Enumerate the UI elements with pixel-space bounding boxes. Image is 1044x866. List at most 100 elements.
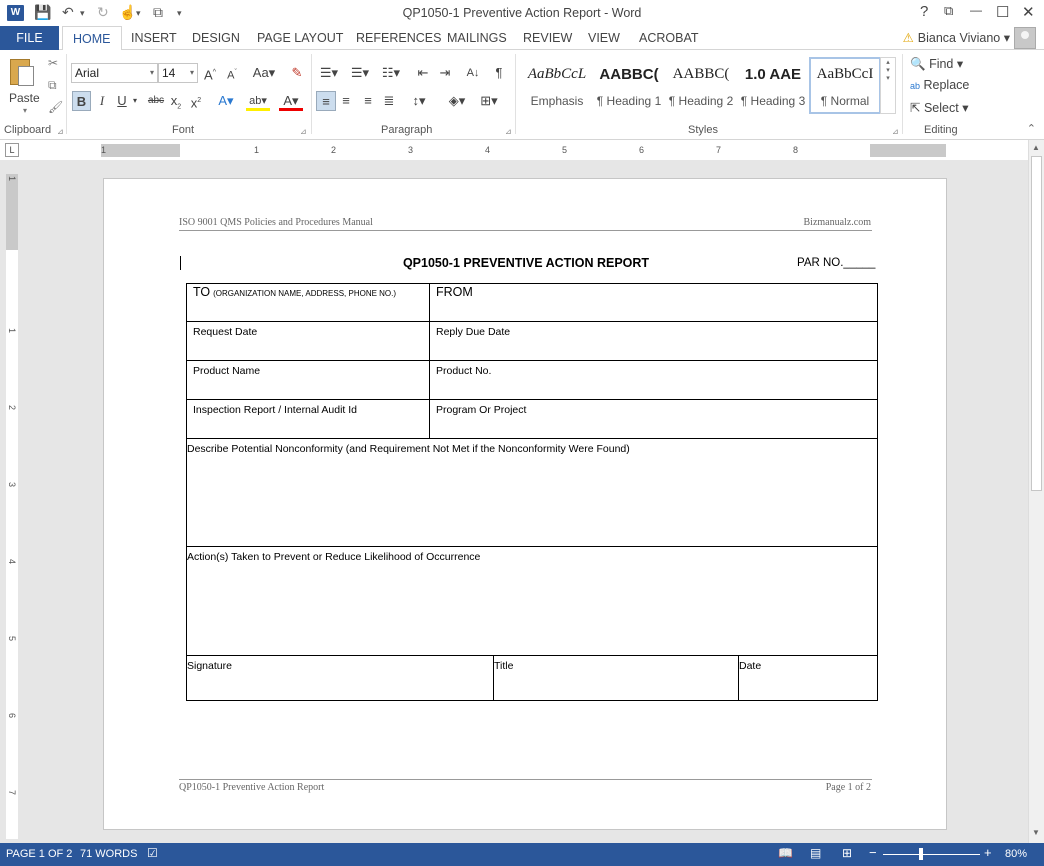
bullets-icon[interactable]: ☰▾ (316, 63, 342, 83)
clipboard-launcher-icon[interactable]: ⊿ (57, 127, 64, 136)
styles-launcher-icon[interactable]: ⊿ (892, 127, 899, 136)
style-normal[interactable]: AaBbCcI ¶ Normal (809, 57, 881, 114)
highlight-color-icon[interactable]: ab▾ (246, 91, 270, 111)
font-name-select[interactable]: Arial ▾ (71, 63, 158, 83)
align-center-icon[interactable]: ≡ (338, 91, 354, 111)
scroll-thumb[interactable] (1031, 156, 1042, 491)
style-heading-1[interactable]: AABBC( ¶ Heading 1 (593, 57, 665, 114)
read-mode-icon[interactable]: 📖 (778, 846, 793, 860)
zoom-out-button[interactable]: − (869, 845, 877, 860)
from-cell[interactable]: FROM (430, 284, 878, 322)
title-cell[interactable]: Title (494, 656, 739, 700)
bold-button[interactable]: B (72, 91, 91, 111)
document-page[interactable]: ISO 9001 QMS Policies and Procedures Man… (103, 178, 947, 830)
product-name-cell[interactable]: Product Name (187, 361, 430, 400)
sort-icon[interactable]: A↓ (464, 63, 482, 83)
user-account[interactable]: ⚠ Bianca Viviano ▾ (903, 26, 1010, 50)
tab-selector[interactable]: L (5, 143, 19, 157)
copy-icon[interactable]: ⧉ (48, 78, 57, 93)
styles-scroll[interactable]: ▴ ▾ ▾ (880, 57, 896, 114)
style-heading-2[interactable]: AABBC( ¶ Heading 2 (665, 57, 737, 114)
format-painter-icon[interactable]: 🖌 (48, 100, 63, 114)
replace-button[interactable]: ab Replace (910, 78, 969, 92)
borders-icon[interactable]: ⊞▾ (476, 91, 502, 111)
underline-button[interactable]: U (115, 91, 129, 111)
date-cell[interactable]: Date (739, 656, 878, 700)
scroll-up-icon[interactable]: ▲ (1032, 143, 1040, 152)
zoom-in-button[interactable]: + (984, 845, 992, 860)
ribbon-display-icon[interactable]: ⧉ (944, 3, 953, 19)
change-case-icon[interactable]: Aa▾ (251, 63, 277, 83)
font-color-icon[interactable]: A▾ (279, 91, 303, 111)
style-heading-3[interactable]: 1.0 AAE ¶ Heading 3 (737, 57, 809, 114)
paste-button[interactable]: Paste (9, 91, 40, 105)
describe-nonconformity-cell[interactable]: Describe Potential Nonconformity (and Re… (187, 439, 878, 547)
superscript-button[interactable]: x2 (189, 91, 203, 111)
tab-view[interactable]: VIEW (588, 26, 620, 50)
vertical-scrollbar[interactable]: ▲ ▼ (1028, 140, 1044, 843)
tab-mailings[interactable]: MAILINGS (447, 26, 507, 50)
cut-icon[interactable]: ✂ (48, 56, 58, 70)
find-button[interactable]: 🔍 Find ▾ (910, 56, 963, 72)
zoom-slider[interactable] (883, 854, 980, 855)
maximize-icon[interactable]: ☐ (996, 3, 1009, 21)
grow-font-icon[interactable]: A^ (203, 63, 217, 83)
line-spacing-icon[interactable]: ↕▾ (406, 91, 432, 111)
proofing-icon[interactable]: ☑ (147, 846, 158, 860)
reply-due-date-cell[interactable]: Reply Due Date (430, 322, 878, 361)
tab-page-layout[interactable]: PAGE LAYOUT (257, 26, 343, 50)
tab-references[interactable]: REFERENCES (356, 26, 441, 50)
paste-dropdown-icon[interactable]: ▾ (23, 106, 27, 115)
collapse-ribbon-icon[interactable]: ⌃ (1027, 122, 1036, 135)
numbering-icon[interactable]: ☰▾ (347, 63, 373, 83)
close-icon[interactable]: ✕ (1022, 3, 1035, 21)
paste-icon[interactable] (10, 56, 36, 88)
clear-formatting-icon[interactable]: ✎ (289, 63, 305, 83)
shading-icon[interactable]: ◈▾ (444, 91, 470, 111)
text-effects-icon[interactable]: A▾ (216, 91, 236, 111)
web-layout-icon[interactable]: ⊞ (842, 846, 852, 860)
tab-file[interactable]: FILE (0, 26, 59, 50)
scroll-down-icon[interactable]: ▼ (1032, 828, 1040, 837)
help-icon[interactable]: ? (920, 3, 928, 20)
subscript-button[interactable]: x2 (169, 91, 183, 111)
font-size-select[interactable]: 14 ▾ (158, 63, 198, 83)
align-right-icon[interactable]: ≡ (360, 91, 376, 111)
decrease-indent-icon[interactable]: ⇤ (415, 63, 431, 83)
shrink-font-icon[interactable]: Aˇ (225, 63, 239, 83)
justify-icon[interactable]: ≣ (381, 91, 397, 111)
horizontal-ruler[interactable]: 1 1 2 3 4 5 6 7 8 (101, 144, 946, 157)
align-left-icon[interactable]: ≡ (316, 91, 336, 111)
avatar[interactable] (1014, 27, 1036, 49)
italic-button[interactable]: I (95, 91, 109, 111)
zoom-slider-thumb[interactable] (919, 848, 923, 860)
inspection-report-cell[interactable]: Inspection Report / Internal Audit Id (187, 400, 430, 439)
vertical-ruler[interactable]: 1 1 2 3 4 5 6 7 (6, 174, 18, 839)
program-project-cell[interactable]: Program Or Project (430, 400, 878, 439)
print-layout-icon[interactable]: ▤ (810, 846, 821, 860)
font-launcher-icon[interactable]: ⊿ (300, 127, 307, 136)
style-emphasis[interactable]: AaBbCcL Emphasis (521, 57, 593, 114)
par-number-field[interactable]: PAR NO._____ (797, 257, 875, 269)
product-no-cell[interactable]: Product No. (430, 361, 878, 400)
tab-acrobat[interactable]: ACROBAT (639, 26, 699, 50)
request-date-cell[interactable]: Request Date (187, 322, 430, 361)
strikethrough-button[interactable]: abc (145, 91, 167, 111)
to-cell[interactable]: TO (ORGANIZATION NAME, ADDRESS, PHONE NO… (187, 284, 430, 322)
minimize-icon[interactable]: — (970, 3, 982, 17)
page-count[interactable]: PAGE 1 OF 2 (6, 848, 72, 860)
word-count[interactable]: 71 WORDS (80, 848, 137, 860)
paragraph-launcher-icon[interactable]: ⊿ (505, 127, 512, 136)
tab-review[interactable]: REVIEW (523, 26, 572, 50)
tab-insert[interactable]: INSERT (131, 26, 177, 50)
actions-taken-cell[interactable]: Action(s) Taken to Prevent or Reduce Lik… (187, 547, 878, 656)
select-button[interactable]: ⇱ Select ▾ (910, 100, 968, 115)
multilevel-list-icon[interactable]: ☷▾ (378, 63, 404, 83)
tab-design[interactable]: DESIGN (192, 26, 240, 50)
show-marks-icon[interactable]: ¶ (492, 63, 506, 83)
tab-home[interactable]: HOME (62, 26, 122, 51)
zoom-level[interactable]: 80% (1005, 848, 1027, 860)
underline-dropdown-icon[interactable]: ▾ (131, 91, 139, 111)
signature-cell[interactable]: Signature (187, 656, 494, 700)
increase-indent-icon[interactable]: ⇥ (437, 63, 453, 83)
